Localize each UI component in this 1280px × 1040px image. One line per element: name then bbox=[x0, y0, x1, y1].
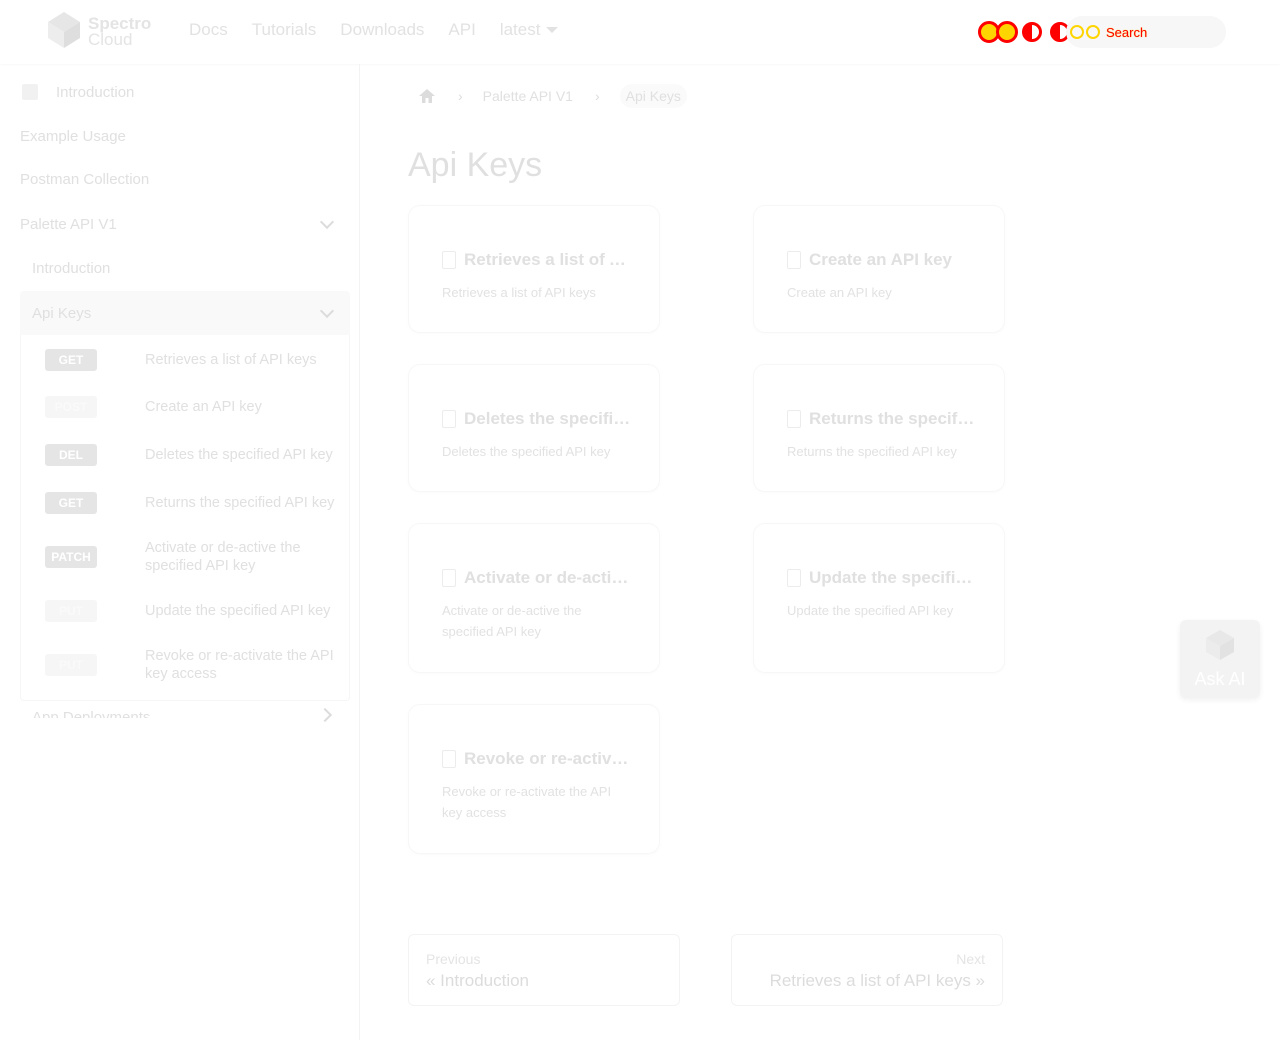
method-badge: PATCH bbox=[45, 546, 97, 568]
endpoint-label: Retrieves a list of API keys bbox=[145, 352, 317, 368]
card-description: Update the specified API key bbox=[787, 603, 954, 618]
document-icon bbox=[787, 251, 801, 269]
endpoint-label: Revoke or re-activate the API key access bbox=[145, 648, 334, 682]
sidebar-item-sub-introduction[interactable]: Introduction bbox=[32, 260, 110, 277]
endpoint-label: Returns the specified API key bbox=[145, 495, 335, 511]
endpoint-label: Create an API key bbox=[145, 399, 262, 415]
method-badge: DEL bbox=[45, 444, 97, 466]
pager-previous-sub: Previous bbox=[426, 951, 481, 967]
sidebar-item-palette-api-v1[interactable]: Palette API V1 bbox=[20, 216, 117, 233]
spectro-cloud-logo-icon bbox=[1204, 628, 1236, 664]
document-icon bbox=[442, 750, 456, 768]
chevron-down-icon[interactable] bbox=[319, 214, 335, 230]
breadcrumb-item[interactable]: Palette API V1 bbox=[483, 88, 573, 104]
brand-logo[interactable]: Spectro Cloud bbox=[46, 10, 151, 54]
card-description: Retrieves a list of API keys bbox=[442, 285, 596, 300]
home-icon[interactable] bbox=[418, 88, 436, 104]
card-description: Deletes the specified API key bbox=[442, 444, 611, 459]
card-title: Create an API key bbox=[787, 250, 977, 270]
endpoint-card[interactable]: Activate or de-active the specified API … bbox=[408, 523, 660, 673]
introduction-icon bbox=[22, 84, 38, 100]
endpoint-label: Deletes the specified API key bbox=[145, 447, 333, 463]
previous-page-link[interactable]: Previous « Introduction bbox=[408, 934, 680, 1006]
document-icon bbox=[442, 251, 456, 269]
endpoint-card[interactable]: Retrieves a list of API keys Retrieves a… bbox=[408, 205, 660, 333]
nav-api[interactable]: API bbox=[448, 20, 475, 40]
search-bar[interactable]: Search bbox=[1066, 16, 1226, 48]
card-title: Update the specified API key bbox=[787, 568, 977, 588]
document-icon bbox=[787, 410, 801, 428]
sidebar-item-api-keys[interactable]: Api Keys bbox=[32, 305, 91, 322]
card-title: Retrieves a list of API keys bbox=[442, 250, 632, 270]
card-title: Revoke or re-activate the API key access bbox=[442, 749, 632, 769]
nav-docs[interactable]: Docs bbox=[189, 20, 228, 40]
method-badge: PUT bbox=[45, 600, 97, 622]
endpoint-card[interactable]: Create an API key Create an API key bbox=[753, 205, 1005, 333]
version-label: latest bbox=[499, 20, 541, 39]
breadcrumb-separator-icon: › bbox=[594, 88, 600, 104]
pager-previous-label: « Introduction bbox=[426, 971, 530, 990]
card-title: Deletes the specified API key bbox=[442, 409, 632, 429]
pager-next-label: Retrieves a list of API keys » bbox=[769, 971, 985, 990]
nav-links: Docs Tutorials Downloads API latest bbox=[189, 20, 559, 40]
document-icon bbox=[442, 569, 456, 587]
page-title: Api Keys bbox=[408, 146, 543, 184]
sidebar-item-introduction[interactable]: Introduction bbox=[56, 84, 134, 101]
endpoint-card[interactable]: Returns the specified API key Returns th… bbox=[753, 364, 1005, 492]
endpoint-card[interactable]: Update the specified API key Update the … bbox=[753, 523, 1005, 673]
nav-icons bbox=[978, 18, 1070, 46]
search-icon-secondary bbox=[1086, 25, 1100, 39]
card-description: Revoke or re-activate the API key access bbox=[442, 784, 612, 820]
theme-toggle-icon[interactable] bbox=[1022, 22, 1042, 42]
spectro-cloud-logo-icon bbox=[46, 10, 82, 54]
discord-icon[interactable] bbox=[996, 21, 1018, 43]
endpoint-card[interactable]: Revoke or re-activate the API key access… bbox=[408, 704, 660, 854]
card-description: Activate or de-active the specified API … bbox=[442, 603, 582, 639]
nav-downloads[interactable]: Downloads bbox=[340, 20, 424, 40]
method-badge: GET bbox=[45, 492, 97, 514]
document-icon bbox=[787, 569, 801, 587]
breadcrumb: › Palette API V1 › Api Keys bbox=[408, 82, 687, 110]
endpoint-label: Update the specified API key bbox=[145, 603, 331, 619]
endpoint-card[interactable]: Deletes the specified API key Deletes th… bbox=[408, 364, 660, 492]
method-badge: PUT bbox=[45, 654, 97, 676]
method-badge: GET bbox=[45, 349, 97, 371]
card-title: Activate or de-active the specified API … bbox=[442, 568, 632, 588]
card-description: Create an API key bbox=[787, 285, 892, 300]
ask-ai-button[interactable]: Ask AI bbox=[1180, 620, 1260, 698]
breadcrumb-current: Api Keys bbox=[619, 84, 687, 108]
method-badge: POST bbox=[45, 396, 97, 418]
pager-next-sub: Next bbox=[956, 951, 985, 967]
search-placeholder: Search bbox=[1106, 24, 1148, 40]
document-icon bbox=[442, 410, 456, 428]
brand-line-2: Cloud bbox=[88, 30, 133, 49]
top-navbar: Spectro Cloud Docs Tutorials Downloads A… bbox=[0, 0, 1280, 64]
endpoint-label: Activate or de-active the specified API … bbox=[145, 540, 301, 574]
card-description: Returns the specified API key bbox=[787, 444, 957, 459]
next-page-link[interactable]: Next Retrieves a list of API keys » bbox=[731, 934, 1003, 1006]
sidebar-item-postman-collection[interactable]: Postman Collection bbox=[20, 171, 149, 188]
ask-ai-label: Ask AI bbox=[1194, 669, 1246, 689]
search-icon bbox=[1070, 25, 1084, 39]
version-dropdown[interactable]: latest bbox=[500, 20, 559, 40]
breadcrumb-separator-icon: › bbox=[458, 88, 463, 104]
nav-tutorials[interactable]: Tutorials bbox=[252, 20, 317, 40]
card-title: Returns the specified API key bbox=[787, 409, 977, 429]
sidebar-item-example-usage[interactable]: Example Usage bbox=[20, 128, 126, 145]
caret-down-icon bbox=[546, 27, 559, 33]
